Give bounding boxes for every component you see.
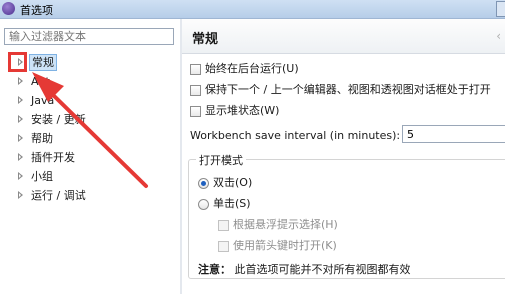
tree-item-plugin-dev[interactable]: 插件开发: [0, 148, 180, 167]
expand-arrow-icon[interactable]: [18, 153, 23, 161]
expand-arrow-icon[interactable]: [18, 77, 23, 85]
preferences-tree: 常规 Ant Java 安装 / 更新 帮助 插件开发 小组 运行 / 调试: [0, 53, 180, 205]
tree-item-ant[interactable]: Ant: [0, 72, 180, 91]
open-mode-title: 打开模式: [196, 152, 246, 168]
note-text: 注意： 此首选项可能并不对所有视图都有效: [198, 261, 411, 277]
select-on-hover-option[interactable]: 根据悬浮提示选择(H): [218, 217, 338, 233]
expand-arrow-icon[interactable]: [18, 191, 23, 199]
radio-button[interactable]: [198, 177, 209, 189]
radio-label: 双击(O): [213, 176, 253, 189]
tree-item-label: Java: [31, 94, 55, 107]
back-arrow-icon[interactable]: ‹: [496, 29, 501, 43]
checkbox[interactable]: [190, 63, 201, 75]
tree-item-label: 小组: [31, 170, 53, 183]
preferences-page: 常规 ‹ 始终在后台运行(U) 保持下一个 / 上一个编辑器、视图和透视图对话框…: [182, 19, 505, 294]
tree-item-run-debug[interactable]: 运行 / 调试: [0, 186, 180, 205]
expand-arrow-icon[interactable]: [18, 96, 23, 104]
save-interval-label: Workbench save interval (in minutes):: [190, 129, 401, 142]
window-title: 首选项: [20, 4, 53, 17]
app-icon: [2, 2, 15, 15]
expand-arrow-icon[interactable]: [18, 115, 23, 123]
save-interval-input[interactable]: [402, 125, 505, 143]
single-click-option[interactable]: 单击(S): [198, 196, 251, 212]
radio-button[interactable]: [198, 198, 209, 210]
checkbox[interactable]: [218, 219, 229, 231]
checkbox-label: 根据悬浮提示选择(H): [233, 218, 338, 231]
checkbox[interactable]: [190, 84, 201, 96]
checkbox-label: 保持下一个 / 上一个编辑器、视图和透视图对话框处于打开: [205, 83, 491, 96]
window-controls[interactable]: [496, 1, 505, 17]
preferences-tree-pane: 常规 Ant Java 安装 / 更新 帮助 插件开发 小组 运行 / 调试: [0, 19, 180, 294]
tree-item-install-update[interactable]: 安装 / 更新: [0, 110, 180, 129]
tree-item-label: 常规: [29, 54, 57, 71]
tree-item-label: 帮助: [31, 132, 53, 145]
checkbox-label: 使用箭头键时打开(K): [233, 239, 337, 252]
annotation-highlight-box: [8, 52, 27, 72]
note-body: 此首选项可能并不对所有视图都有效: [234, 263, 411, 276]
checkbox-label: 显示堆状态(W): [205, 104, 280, 117]
page-header: 常规 ‹: [182, 19, 505, 54]
open-with-arrow-option[interactable]: 使用箭头键时打开(K): [218, 238, 337, 254]
window-titlebar: 首选项: [0, 0, 505, 19]
checkbox[interactable]: [218, 240, 229, 252]
checkbox-label: 始终在后台运行(U): [205, 62, 299, 75]
tree-item-label: 安装 / 更新: [31, 113, 86, 126]
checkbox[interactable]: [190, 105, 201, 117]
tree-item-java[interactable]: Java: [0, 91, 180, 110]
page-title: 常规: [192, 32, 219, 47]
tree-item-label: Ant: [31, 75, 50, 88]
always-run-background-option[interactable]: 始终在后台运行(U): [190, 61, 299, 77]
note-prefix: 注意：: [198, 263, 231, 276]
tree-item-general[interactable]: 常规: [0, 53, 180, 72]
expand-arrow-icon[interactable]: [18, 134, 23, 142]
show-heap-option[interactable]: 显示堆状态(W): [190, 103, 279, 119]
keep-next-prev-option[interactable]: 保持下一个 / 上一个编辑器、视图和透视图对话框处于打开: [190, 82, 491, 98]
radio-label: 单击(S): [213, 197, 251, 210]
double-click-option[interactable]: 双击(O): [198, 175, 252, 191]
tree-item-label: 插件开发: [31, 151, 75, 164]
tree-item-help[interactable]: 帮助: [0, 129, 180, 148]
filter-input[interactable]: [4, 28, 174, 45]
tree-item-label: 运行 / 调试: [31, 189, 86, 202]
tree-item-team[interactable]: 小组: [0, 167, 180, 186]
expand-arrow-icon[interactable]: [18, 172, 23, 180]
